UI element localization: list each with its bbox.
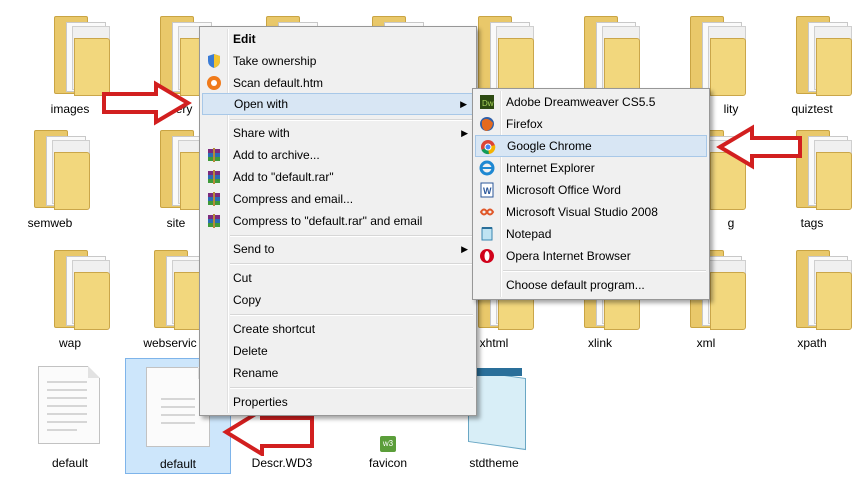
menu-item-rename[interactable]: Rename [202, 362, 474, 384]
file-label: default [51, 456, 89, 470]
folder-quiztest[interactable]: quiztest [762, 6, 862, 118]
file-label: default [159, 457, 197, 471]
dreamweaver-icon: Dw [480, 95, 494, 109]
red-arrow-left-icon [716, 124, 802, 170]
red-arrow-right-icon [102, 80, 192, 126]
submenu-item-google-chrome[interactable]: Google Chrome [475, 135, 707, 157]
notepad-icon [481, 227, 493, 241]
submenu-item-notepad[interactable]: Notepad [475, 223, 707, 245]
file-label: stdtheme [469, 456, 519, 470]
submenu-item-dreamweaver[interactable]: Dw Adobe Dreamweaver CS5.5 [475, 91, 707, 113]
submenu-item-firefox[interactable]: Firefox [475, 113, 707, 135]
submenu-arrow-icon: ▶ [460, 99, 467, 109]
folder-label: lity [723, 102, 739, 116]
folder-label: g [727, 216, 735, 230]
chrome-icon [481, 140, 496, 155]
submenu-item-internet-explorer[interactable]: Internet Explorer [475, 157, 707, 179]
menu-item-take-ownership[interactable]: Take ownership [202, 50, 474, 72]
file-label: favicon [368, 456, 408, 470]
folder-icon [50, 250, 110, 330]
open-with-submenu: Dw Adobe Dreamweaver CS5.5 Firefox Googl… [472, 88, 710, 300]
winrar-icon [208, 148, 220, 162]
folder-icon [30, 130, 90, 210]
submenu-arrow-icon: ▶ [461, 244, 468, 254]
context-menu: Edit Take ownership Scan default.htm Ope… [199, 26, 477, 416]
folder-label: tags [800, 216, 824, 230]
menu-item-share-with[interactable]: Share with ▶ [202, 122, 474, 144]
shield-icon [208, 54, 220, 68]
menu-item-add-to-default-rar[interactable]: Add to "default.rar" [202, 166, 474, 188]
folder-icon [474, 16, 534, 96]
submenu-arrow-icon: ▶ [461, 128, 468, 138]
svg-text:W: W [483, 186, 492, 196]
menu-item-edit[interactable]: Edit [202, 28, 474, 50]
text-file-icon [38, 366, 100, 444]
folder-icon [792, 16, 852, 96]
w3-icon: w3 [380, 436, 396, 452]
winrar-icon [208, 192, 220, 206]
folder-icon [792, 250, 852, 330]
folder-wap[interactable]: wap [20, 240, 120, 352]
folder-semweb[interactable]: semweb [0, 120, 100, 232]
folder-label: semweb [27, 216, 73, 230]
menu-item-scan[interactable]: Scan default.htm [202, 72, 474, 94]
submenu-item-opera[interactable]: Opera Internet Browser [475, 245, 707, 267]
menu-item-compress-email[interactable]: Compress and email... [202, 188, 474, 210]
file-label: Descr.WD3 [251, 456, 313, 470]
ie-icon [479, 160, 495, 176]
winrar-icon [208, 170, 220, 184]
menu-item-create-shortcut[interactable]: Create shortcut [202, 318, 474, 340]
folder-label: xml [696, 336, 716, 350]
submenu-item-choose-default[interactable]: Choose default program... [475, 274, 707, 296]
opera-icon [480, 249, 494, 263]
folder-label: quiztest [791, 102, 833, 116]
folder-icon [580, 16, 640, 96]
word-icon: W [480, 182, 494, 198]
folder-label: wap [58, 336, 81, 350]
winrar-icon [208, 214, 220, 228]
avast-icon [207, 76, 221, 90]
folder-label: xlink [587, 336, 612, 350]
submenu-item-visual-studio[interactable]: Microsoft Visual Studio 2008 [475, 201, 707, 223]
file-default-txt[interactable]: default [20, 360, 120, 472]
menu-item-properties[interactable]: Properties [202, 391, 474, 413]
menu-item-cut[interactable]: Cut [202, 267, 474, 289]
folder-label: xpath [797, 336, 827, 350]
visual-studio-icon [479, 208, 495, 216]
menu-item-delete[interactable]: Delete [202, 340, 474, 362]
menu-item-add-to-archive[interactable]: Add to archive... [202, 144, 474, 166]
submenu-item-word[interactable]: W Microsoft Office Word [475, 179, 707, 201]
folder-xpath[interactable]: xpath [762, 240, 862, 352]
menu-item-send-to[interactable]: Send to ▶ [202, 238, 474, 260]
menu-item-copy[interactable]: Copy [202, 289, 474, 311]
menu-item-compress-to-rar-email[interactable]: Compress to "default.rar" and email [202, 210, 474, 232]
menu-item-open-with[interactable]: Open with ▶ [202, 93, 474, 115]
firefox-icon [480, 117, 494, 131]
folder-icon [686, 16, 746, 96]
svg-text:Dw: Dw [482, 99, 494, 108]
